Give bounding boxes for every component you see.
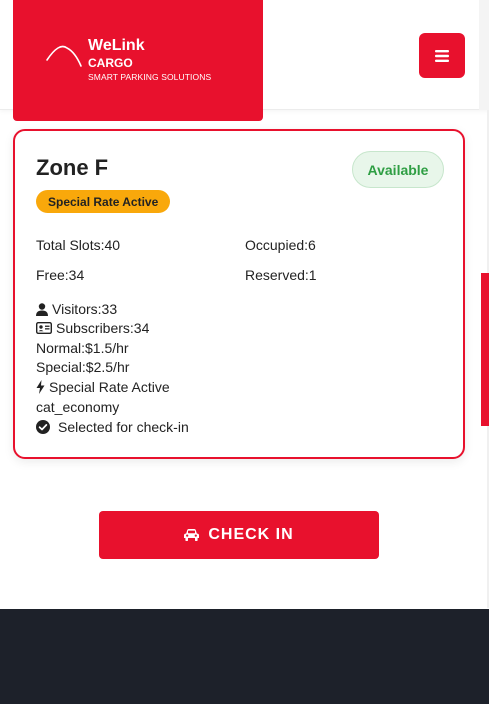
hamburger-icon (435, 49, 449, 62)
check-in-label: CHECK IN (208, 526, 294, 543)
visitors-count: Visitors:33 (52, 301, 118, 317)
status-badge: Available (352, 151, 444, 188)
total-slots: Total Slots:40 (36, 237, 121, 253)
header: WeLink CARGO SMART PARKING SOLUTIONS (0, 0, 489, 121)
user-icon (36, 302, 48, 316)
car-icon (184, 529, 200, 541)
footer (0, 609, 489, 704)
bolt-icon (36, 380, 45, 394)
brand-logo[interactable]: WeLink CARGO SMART PARKING SOLUTIONS (13, 0, 263, 121)
page: WeLink CARGO SMART PARKING SOLUTIONS Zon… (0, 0, 489, 704)
check-in-button[interactable]: CHECK IN (99, 511, 379, 559)
visitors-line: Visitors:33 (36, 301, 117, 317)
brand-tagline: SMART PARKING SOLUTIONS (88, 72, 212, 82)
special-rate: Special:$2.5/hr (36, 359, 130, 375)
occupied-slots: Occupied:6 (245, 237, 316, 253)
selected-status: Selected for check-in (58, 419, 189, 435)
brand-sub: CARGO (88, 56, 133, 70)
logo-arc-icon (46, 45, 82, 67)
special-rate-active: Special Rate Active (49, 379, 170, 395)
special-rate-line: Special Rate Active (36, 379, 170, 395)
scrollbar-thumb[interactable] (481, 273, 489, 426)
zone-title: Zone F (36, 155, 109, 180)
scrollbar-top (479, 0, 489, 110)
special-rate-badge: Special Rate Active (36, 190, 171, 213)
category: cat_economy (36, 399, 120, 415)
subscribers-count: Subscribers:34 (56, 320, 150, 336)
menu-button[interactable] (419, 33, 465, 78)
subscribers-line: Subscribers:34 (36, 320, 149, 336)
zone-card[interactable]: Zone F Available Special Rate Active Tot… (13, 129, 465, 459)
free-slots: Free:34 (36, 267, 85, 283)
reserved-slots: Reserved:1 (245, 267, 317, 283)
brand-name: WeLink (88, 37, 145, 54)
id-card-icon (36, 322, 52, 334)
check-circle-icon (36, 420, 50, 434)
normal-rate: Normal:$1.5/hr (36, 340, 129, 356)
selected-line: Selected for check-in (36, 419, 189, 435)
